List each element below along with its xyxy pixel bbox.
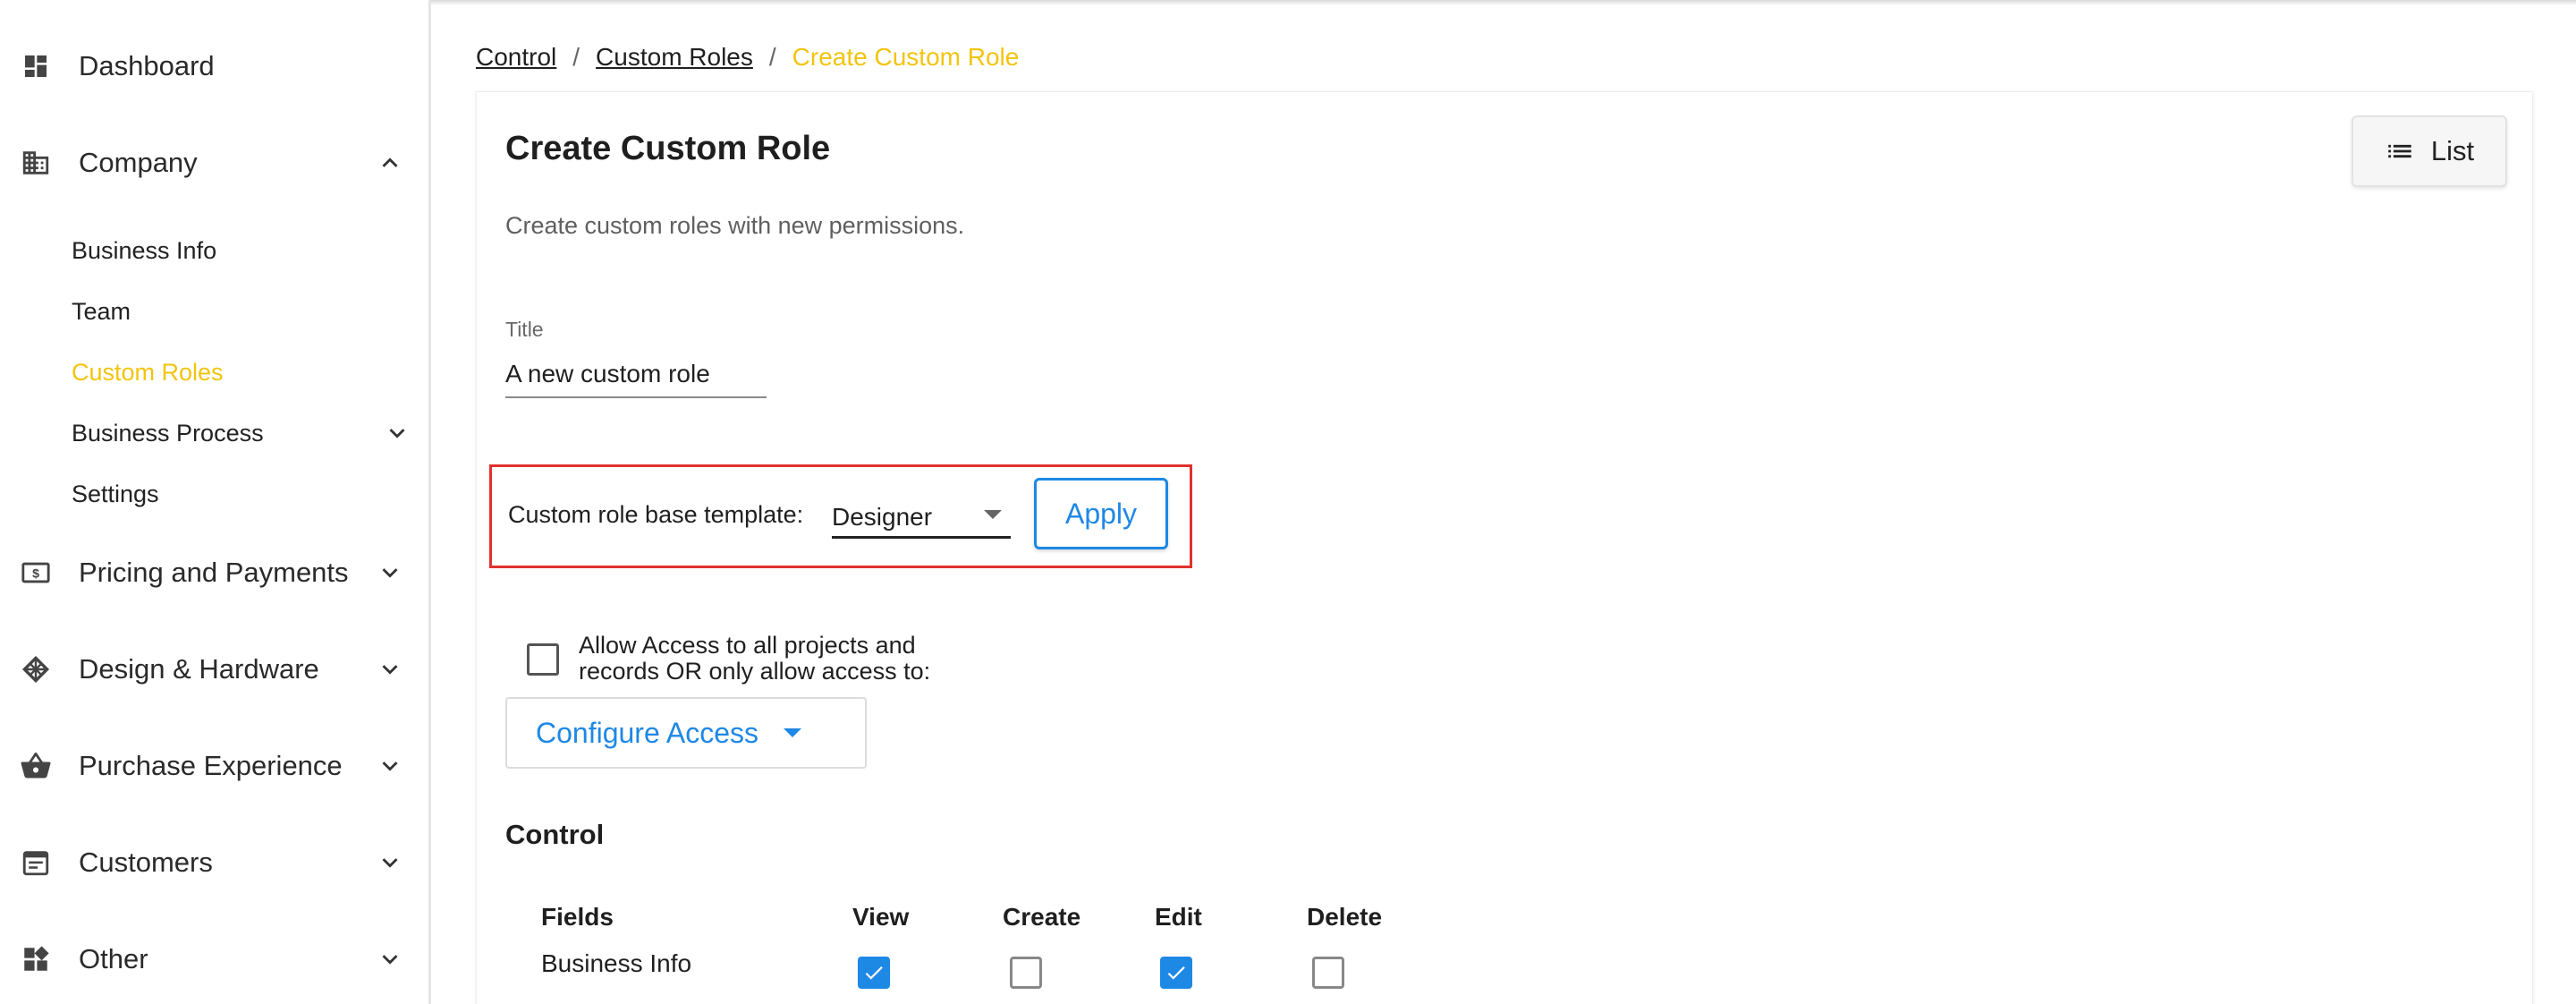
sidebar: Dashboard Company Business Info Team Cus…: [0, 0, 431, 1004]
view-checkbox[interactable]: [858, 957, 890, 989]
table-header-fields: Fields: [541, 903, 614, 931]
sidebar-item-label: Purchase Experience: [79, 750, 343, 781]
sidebar-subitem-custom-roles[interactable]: Custom Roles: [72, 347, 224, 397]
template-highlight-box: Custom role base template: Designer Appl…: [489, 464, 1192, 568]
sidebar-item-company[interactable]: Company: [0, 127, 431, 199]
diamond-grid-icon: [20, 653, 52, 685]
breadcrumb-separator: /: [768, 43, 776, 71]
page-title: Create Custom Role: [505, 130, 831, 167]
template-select[interactable]: Designer: [832, 485, 1011, 539]
chevron-down-icon[interactable]: [372, 555, 408, 591]
sidebar-subitem-business-process[interactable]: Business Process: [72, 408, 264, 458]
sidebar-subitem-label: Business Process: [72, 419, 264, 447]
svg-text:$: $: [32, 567, 39, 582]
basket-icon: [20, 750, 52, 782]
chevron-up-icon[interactable]: [372, 145, 408, 181]
configure-access-label: Configure Access: [536, 716, 759, 749]
chevron-down-icon[interactable]: [372, 941, 408, 977]
list-button-label: List: [2430, 135, 2475, 166]
top-shadow: [431, 0, 2576, 5]
sidebar-subitem-settings[interactable]: Settings: [72, 469, 159, 519]
building-icon: [20, 147, 52, 179]
dashboard-icon: [20, 50, 52, 82]
delete-checkbox[interactable]: [1312, 957, 1344, 989]
sidebar-item-other[interactable]: Other: [0, 923, 431, 995]
chevron-down-icon[interactable]: [372, 845, 408, 881]
calendar-icon: [20, 847, 52, 879]
money-icon: $: [20, 557, 52, 589]
sidebar-item-customers[interactable]: Customers: [0, 827, 431, 898]
page-description: Create custom roles with new permissions…: [505, 212, 965, 239]
template-select-value: Designer: [832, 503, 933, 531]
table-header-view: View: [852, 903, 910, 931]
sidebar-item-label: Pricing and Payments: [79, 557, 349, 588]
check-icon: [865, 966, 883, 980]
create-checkbox[interactable]: [1010, 957, 1042, 989]
table-row-label: Business Info: [541, 949, 692, 977]
sidebar-item-purchase-experience[interactable]: Purchase Experience: [0, 730, 431, 802]
breadcrumb-link-custom-roles[interactable]: Custom Roles: [596, 43, 753, 72]
breadcrumb-separator: /: [572, 43, 580, 71]
sidebar-item-pricing-and-payments[interactable]: $ Pricing and Payments: [0, 537, 431, 608]
edit-checkbox[interactable]: [1160, 957, 1192, 989]
chevron-down-icon[interactable]: [379, 415, 415, 451]
sidebar-item-label: Dashboard: [79, 50, 215, 81]
allow-access-checkbox[interactable]: [527, 643, 559, 676]
template-label: Custom role base template:: [508, 501, 804, 528]
dropdown-arrow-icon: [984, 510, 1002, 519]
sidebar-item-label: Company: [79, 147, 198, 178]
sidebar-subitem-business-info[interactable]: Business Info: [72, 225, 216, 276]
dropdown-arrow-icon: [784, 728, 802, 737]
breadcrumb: Control / Custom Roles / Create Custom R…: [476, 39, 1019, 75]
sidebar-item-label: Design & Hardware: [79, 653, 319, 685]
check-icon: [1167, 966, 1185, 980]
table-header-delete: Delete: [1307, 903, 1383, 931]
breadcrumb-current: Create Custom Role: [792, 43, 1020, 71]
widgets-icon: [20, 943, 52, 975]
configure-access-button[interactable]: Configure Access: [505, 697, 867, 769]
sidebar-subitem-team[interactable]: Team: [72, 286, 131, 336]
sidebar-item-dashboard[interactable]: Dashboard: [0, 30, 431, 102]
allow-access-line-2: records OR only allow access to:: [579, 658, 931, 685]
sidebar-item-label: Customers: [79, 847, 213, 878]
chevron-down-icon[interactable]: [372, 651, 408, 687]
list-icon: [2385, 136, 2415, 166]
create-role-card: Create Custom Role List Create custom ro…: [476, 91, 2533, 1004]
table-header-edit: Edit: [1155, 903, 1202, 931]
chevron-down-icon[interactable]: [372, 748, 408, 784]
sidebar-item-design-and-hardware[interactable]: Design & Hardware: [0, 634, 431, 705]
list-button[interactable]: List: [2351, 115, 2507, 187]
table-header-create: Create: [1003, 903, 1081, 931]
title-input[interactable]: [505, 352, 767, 398]
title-field-label: Title: [505, 318, 544, 341]
breadcrumb-link-control[interactable]: Control: [476, 43, 556, 72]
allow-access-line-1: Allow Access to all projects and: [579, 632, 916, 659]
section-title-control: Control: [505, 819, 605, 850]
apply-button[interactable]: Apply: [1034, 478, 1168, 549]
sidebar-item-label: Other: [79, 943, 148, 974]
allow-access-label: Allow Access to all projects and records…: [579, 633, 990, 685]
